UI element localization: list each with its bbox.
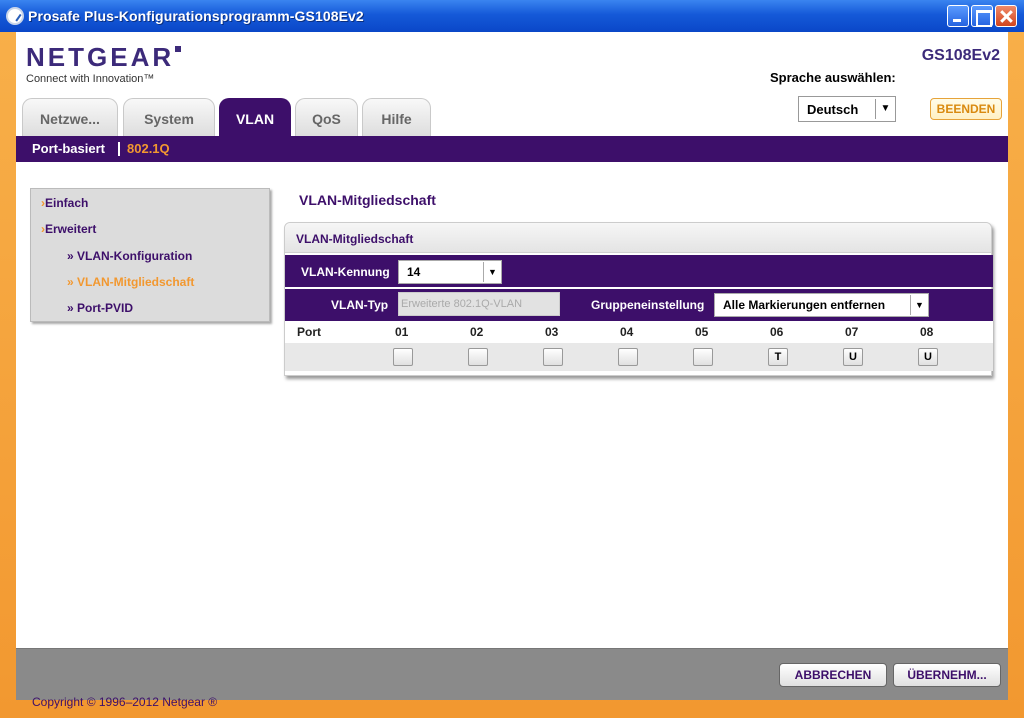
footer-bar: ABBRECHEN ÜBERNEHM... (16, 648, 1008, 700)
sub-navigation: Port-basiert 802.1Q (16, 136, 1008, 162)
copyright-text: Copyright © 1996–2012 Netgear ® (32, 695, 218, 709)
port-membership-toggle[interactable] (693, 348, 713, 366)
apply-button[interactable]: ÜBERNEHM... (893, 663, 1001, 687)
panel-title: VLAN-Mitgliedschaft (296, 232, 414, 246)
subnav-separator (118, 142, 120, 156)
app-icon (6, 7, 24, 25)
vlan-type-row: VLAN-Typ Erweiterte 802.1Q-VLAN Gruppene… (285, 289, 993, 321)
brand-tagline: Connect with Innovation™ (26, 73, 155, 85)
vlan-type-field: Erweiterte 802.1Q-VLAN (398, 292, 560, 316)
brand-name: NETGEAR (26, 42, 175, 72)
quit-button[interactable]: BEENDEN (930, 98, 1002, 120)
port-number: 01 (395, 325, 409, 339)
vlan-membership-panel: VLAN-Mitgliedschaft VLAN-Kennung 14 ▼ VL… (284, 222, 993, 376)
vlan-id-select[interactable]: 14 ▼ (398, 260, 502, 284)
vlan-id-row: VLAN-Kennung 14 ▼ (285, 255, 993, 287)
client-area: NETGEAR Connect with Innovation™ GS108Ev… (16, 32, 1008, 700)
sidebar-item-simple[interactable]: ›Einfach (41, 196, 88, 210)
tab-qos[interactable]: QoS (295, 98, 358, 138)
port-membership-row: T U U (285, 343, 993, 371)
port-number: 02 (470, 325, 484, 339)
panel-header: VLAN-Mitgliedschaft (285, 223, 991, 253)
port-number: 05 (695, 325, 709, 339)
tab-system[interactable]: System (123, 98, 215, 138)
chevron-down-icon[interactable]: ▼ (483, 262, 501, 282)
minimize-button[interactable] (947, 5, 969, 27)
sidebar-item-port-pvid[interactable]: » Port-PVID (67, 301, 133, 315)
port-membership-toggle[interactable] (618, 348, 638, 366)
netgear-logo: NETGEAR Connect with Innovation™ (26, 42, 182, 85)
port-number: 07 (845, 325, 859, 339)
subnav-8021q[interactable]: 802.1Q (127, 141, 170, 156)
port-header-row: Port 01 02 03 04 05 06 07 08 (285, 321, 993, 343)
port-membership-toggle[interactable] (393, 348, 413, 366)
tab-vlan[interactable]: VLAN (219, 98, 291, 138)
cancel-button[interactable]: ABBRECHEN (779, 663, 887, 687)
app-window: Prosafe Plus-Konfigurationsprogramm-GS10… (0, 0, 1024, 718)
chevron-down-icon[interactable]: ▼ (910, 295, 928, 315)
sidebar-item-vlan-config[interactable]: » VLAN-Konfiguration (67, 249, 192, 263)
vlan-type-value: Erweiterte 802.1Q-VLAN (401, 298, 523, 310)
vlan-id-value: 14 (407, 265, 421, 279)
sidebar: ›Einfach ›Erweitert » VLAN-Konfiguration… (30, 188, 270, 322)
port-membership-toggle[interactable] (543, 348, 563, 366)
tab-network[interactable]: Netzwe... (22, 98, 118, 138)
group-setting-select[interactable]: Alle Markierungen entfernen ▼ (714, 293, 929, 317)
model-name: GS108Ev2 (921, 47, 1000, 64)
page-title: VLAN-Mitgliedschaft (299, 192, 436, 208)
port-membership-toggle[interactable]: T (768, 348, 788, 366)
group-setting-value: Alle Markierungen entfernen (723, 298, 886, 312)
sidebar-item-advanced[interactable]: ›Erweitert (41, 222, 96, 236)
language-value: Deutsch (807, 102, 859, 117)
title-bar[interactable]: Prosafe Plus-Konfigurationsprogramm-GS10… (0, 0, 1024, 32)
maximize-button[interactable] (971, 5, 993, 27)
port-membership-toggle[interactable]: U (843, 348, 863, 366)
port-number: 04 (620, 325, 634, 339)
sidebar-item-vlan-membership[interactable]: » VLAN-Mitgliedschaft (67, 275, 194, 289)
port-membership-toggle[interactable]: U (918, 348, 938, 366)
port-number: 06 (770, 325, 784, 339)
port-membership-toggle[interactable] (468, 348, 488, 366)
subnav-port-based[interactable]: Port-basiert (32, 141, 105, 156)
port-number: 03 (545, 325, 559, 339)
port-label: Port (297, 325, 321, 339)
language-select[interactable]: Deutsch ▼ (798, 96, 896, 122)
language-label: Sprache auswählen: (770, 70, 896, 85)
chevron-down-icon[interactable]: ▼ (875, 99, 895, 119)
tab-help[interactable]: Hilfe (362, 98, 431, 138)
port-number: 08 (920, 325, 934, 339)
close-button[interactable] (995, 5, 1017, 27)
window-title: Prosafe Plus-Konfigurationsprogramm-GS10… (28, 8, 364, 24)
vlan-id-label: VLAN-Kennung (301, 265, 390, 279)
group-setting-label: Gruppeneinstellung (591, 298, 705, 312)
vlan-type-label: VLAN-Typ (331, 298, 389, 312)
